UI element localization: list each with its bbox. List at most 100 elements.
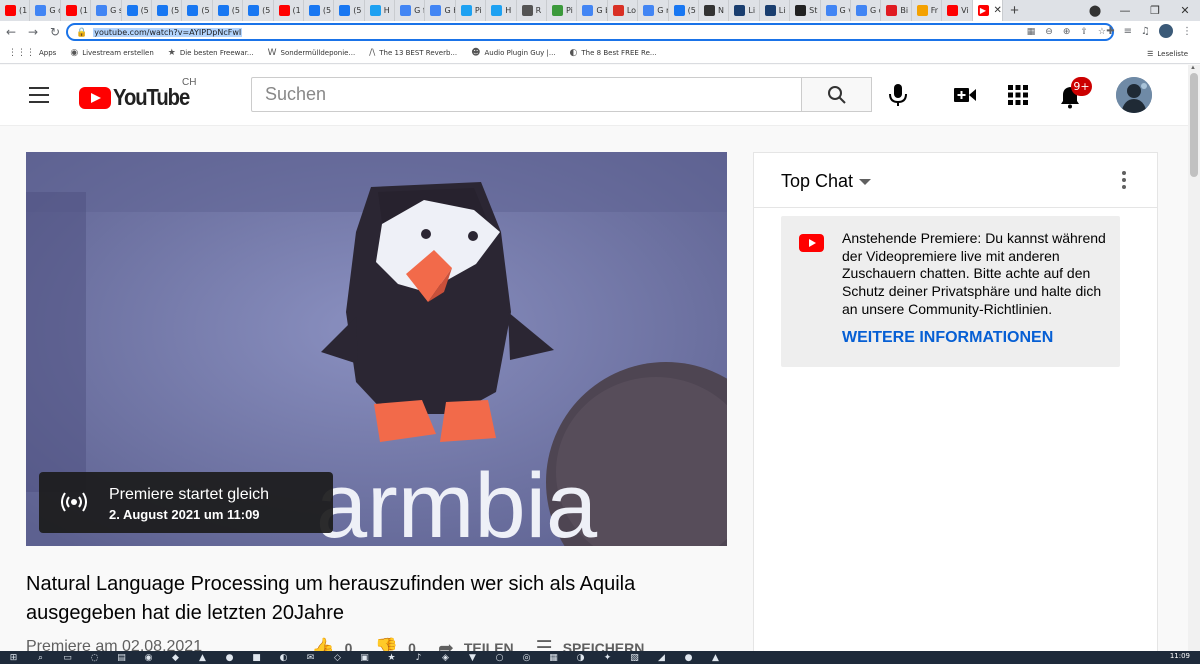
windows-start-icon[interactable]: ⊞ bbox=[0, 651, 27, 664]
app-icon[interactable]: ★ bbox=[378, 651, 405, 664]
app-icon[interactable]: ■ bbox=[243, 651, 270, 664]
qr-code-icon[interactable]: ▦ bbox=[1027, 27, 1036, 37]
back-button[interactable]: ← bbox=[0, 25, 22, 39]
bookmark-item[interactable]: ⋮⋮⋮ Apps bbox=[8, 48, 56, 58]
chrome-icon[interactable]: ◉ bbox=[135, 651, 162, 664]
browser-tab[interactable]: (5 bbox=[152, 0, 183, 21]
browser-tab[interactable]: G di bbox=[30, 0, 61, 21]
browser-tab[interactable]: Bi bbox=[881, 0, 912, 21]
close-window-button[interactable]: ✕ bbox=[1170, 4, 1200, 17]
app-icon[interactable]: ◈ bbox=[432, 651, 459, 664]
app-icon[interactable]: ◑ bbox=[567, 651, 594, 664]
reload-button[interactable]: ↻ bbox=[44, 25, 66, 39]
menu-hamburger-icon[interactable] bbox=[29, 87, 49, 103]
browser-tab[interactable]: Vi bbox=[942, 0, 973, 21]
bookmark-star-icon[interactable]: ☆ bbox=[1098, 27, 1106, 37]
reading-mode-icon[interactable]: ≡ bbox=[1124, 26, 1132, 37]
account-avatar[interactable] bbox=[1116, 77, 1152, 113]
browser-tab[interactable]: G he bbox=[425, 0, 456, 21]
app-icon[interactable]: ▧ bbox=[621, 651, 648, 664]
search-input[interactable] bbox=[252, 78, 801, 111]
bookmark-item[interactable]: /\ The 13 BEST Reverb... bbox=[369, 48, 457, 58]
more-options-icon[interactable] bbox=[1122, 171, 1126, 191]
browser-tab[interactable]: G re bbox=[638, 0, 669, 21]
browser-tab[interactable]: (1 bbox=[0, 0, 31, 21]
taskbar-search-icon[interactable]: ⌕ bbox=[27, 651, 54, 664]
dropdown-caret-icon[interactable] bbox=[859, 179, 871, 185]
app-icon[interactable]: ▲ bbox=[189, 651, 216, 664]
youtube-logo[interactable]: YouTube CH bbox=[79, 77, 200, 111]
browser-tab[interactable]: (5 bbox=[213, 0, 244, 21]
browser-tab[interactable]: Li bbox=[729, 0, 760, 21]
browser-tab[interactable]: Lo bbox=[608, 0, 639, 21]
browser-tab[interactable]: (5 bbox=[122, 0, 152, 21]
scrollbar-thumb[interactable] bbox=[1190, 73, 1198, 177]
browser-tab[interactable]: Pi bbox=[547, 0, 578, 21]
browser-tab[interactable]: (5 bbox=[669, 0, 699, 21]
notification-count-badge[interactable]: 9+ bbox=[1071, 77, 1092, 96]
browser-tab[interactable]: G fü bbox=[395, 0, 426, 21]
browser-tab[interactable]: Fr bbox=[912, 0, 943, 21]
app-icon[interactable]: ▣ bbox=[351, 651, 378, 664]
create-video-icon[interactable] bbox=[953, 83, 977, 107]
new-tab-button[interactable]: + bbox=[1003, 2, 1027, 19]
app-icon[interactable]: ◢ bbox=[648, 651, 675, 664]
browser-tab[interactable]: (5 bbox=[334, 0, 365, 21]
browser-tab[interactable]: H bbox=[486, 0, 517, 21]
browser-tab[interactable]: G dr bbox=[851, 0, 882, 21]
bookmark-item[interactable]: ☻ Audio Plugin Guy |... bbox=[471, 48, 555, 58]
app-icon[interactable]: ◐ bbox=[270, 651, 297, 664]
browser-tab[interactable]: Li bbox=[760, 0, 791, 21]
bookmark-item[interactable]: ◐ The 8 Best FREE Re... bbox=[570, 48, 657, 58]
browser-tab[interactable]: (5 bbox=[304, 0, 335, 21]
apps-grid-icon[interactable] bbox=[1006, 83, 1030, 107]
url-text[interactable]: youtube.com/watch?v=AYIPDpNcFwI bbox=[93, 27, 243, 37]
app-icon[interactable]: ● bbox=[216, 651, 243, 664]
extensions-icon[interactable]: ✚ bbox=[1106, 26, 1114, 37]
page-scrollbar[interactable]: ▲ bbox=[1188, 65, 1200, 651]
zoom-icon[interactable]: ⊕ bbox=[1063, 27, 1071, 37]
app-icon[interactable]: ▦ bbox=[540, 651, 567, 664]
more-info-link[interactable]: WEITERE INFORMATIONEN bbox=[842, 329, 1053, 347]
browser-tab[interactable]: G br bbox=[577, 0, 608, 21]
taskbar-clock[interactable]: 11:09 bbox=[1170, 652, 1190, 660]
close-tab-icon[interactable]: ✕ bbox=[994, 5, 1002, 16]
search-button[interactable] bbox=[801, 77, 872, 112]
reading-list-button[interactable]: ☰ Leseliste bbox=[1147, 43, 1188, 64]
browser-tab[interactable]: (1 bbox=[61, 0, 92, 21]
lock-icon[interactable]: 🔒 bbox=[76, 27, 87, 38]
media-control-icon[interactable]: ♫ bbox=[1141, 26, 1150, 37]
omnibox[interactable]: 🔒 youtube.com/watch?v=AYIPDpNcFwI ▦ ⊖ ⊕ … bbox=[66, 23, 1114, 41]
browser-tab[interactable]: G ve bbox=[821, 0, 851, 21]
bookmark-item[interactable]: ◉ Livestream erstellen bbox=[70, 48, 153, 58]
browser-tab[interactable]: R bbox=[517, 0, 548, 21]
browser-tab[interactable]: G si bbox=[91, 0, 122, 21]
search-box[interactable] bbox=[251, 77, 802, 112]
app-icon[interactable]: ○ bbox=[486, 651, 513, 664]
task-view-icon[interactable]: ▭ bbox=[54, 651, 81, 664]
browser-tab[interactable]: Pi bbox=[456, 0, 487, 21]
chrome-menu-icon[interactable]: ⋮ bbox=[1182, 26, 1192, 37]
app-icon[interactable]: ♪ bbox=[405, 651, 432, 664]
app-icon[interactable]: ▲ bbox=[702, 651, 729, 664]
app-icon[interactable]: ◇ bbox=[324, 651, 351, 664]
app-icon[interactable]: ✉ bbox=[297, 651, 324, 664]
profile-menu-icon[interactable]: ⬤ bbox=[1080, 4, 1110, 17]
install-icon[interactable]: ⊖ bbox=[1045, 27, 1053, 37]
active-tab[interactable]: ▶ ✕ bbox=[972, 0, 1003, 21]
app-icon[interactable]: ◎ bbox=[513, 651, 540, 664]
browser-tab[interactable]: St bbox=[790, 0, 821, 21]
app-icon[interactable]: ▼ bbox=[459, 651, 486, 664]
bookmark-item[interactable]: W Sondermülldeponie... bbox=[268, 48, 356, 58]
app-icon[interactable]: ◆ bbox=[162, 651, 189, 664]
minimize-button[interactable]: — bbox=[1110, 4, 1140, 17]
scroll-up-arrow-icon[interactable]: ▲ bbox=[1190, 65, 1196, 71]
browser-tab[interactable]: (1 bbox=[274, 0, 304, 21]
maximize-button[interactable]: ❐ bbox=[1140, 4, 1170, 17]
app-icon[interactable]: ✦ bbox=[594, 651, 621, 664]
forward-button[interactable]: → bbox=[22, 25, 44, 39]
app-icon[interactable]: ● bbox=[675, 651, 702, 664]
share-icon[interactable]: ⇪ bbox=[1080, 27, 1088, 37]
browser-tab[interactable]: H bbox=[365, 0, 396, 21]
browser-tab[interactable]: N bbox=[699, 0, 730, 21]
